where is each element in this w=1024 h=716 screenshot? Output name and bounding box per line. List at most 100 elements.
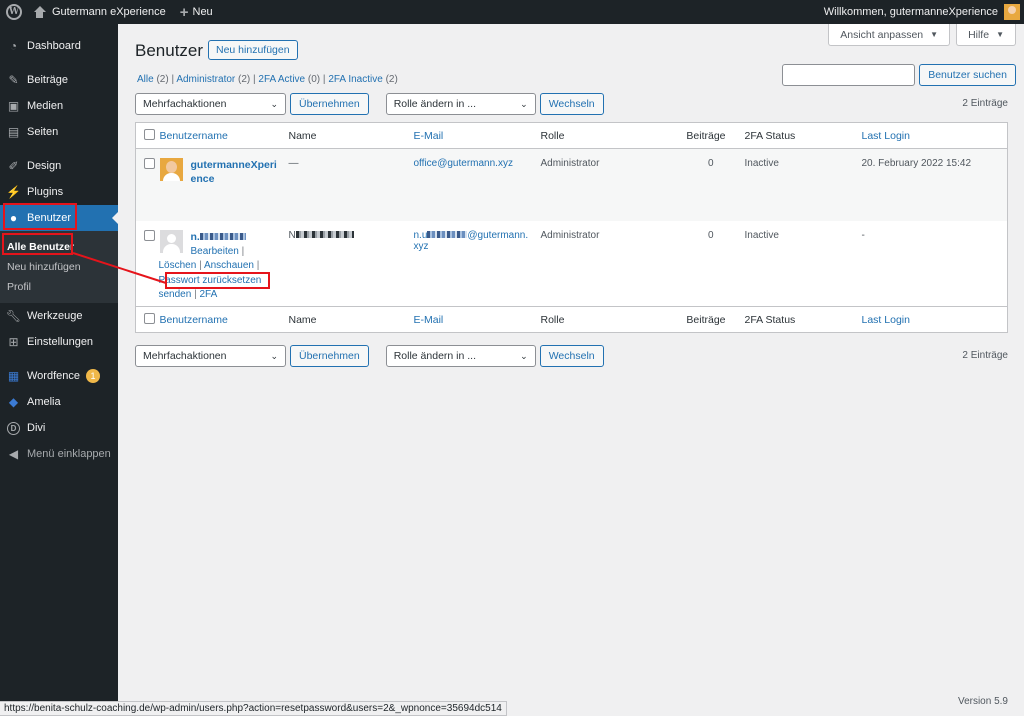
menu-label: Menü einklappen [27, 448, 111, 460]
change-role-button[interactable]: Wechseln [539, 345, 604, 367]
change-role-button[interactable]: Wechseln [539, 93, 604, 115]
menu-wordfence[interactable]: ▦ Wordfence 1 [0, 363, 118, 389]
menu-dashboard[interactable]: ◔ Dashboard [0, 33, 118, 59]
wordpress-logo-icon[interactable]: W [2, 0, 26, 24]
select-value: Mehrfachaktionen [143, 350, 227, 362]
user-search-input[interactable] [782, 64, 916, 86]
email-link[interactable]: n.u @gutermann. xyz [414, 230, 529, 252]
2fa-link[interactable]: 2FA [199, 289, 217, 300]
chevron-down-icon: ⌄ [520, 350, 528, 361]
column-2fa-status: 2FA Status [744, 313, 796, 326]
new-content-link[interactable]: + Neu [173, 0, 220, 24]
browser-status-bar: https://benita-schulz-coaching.de/wp-adm… [0, 701, 507, 716]
menu-label: Medien [27, 100, 64, 112]
search-users-button[interactable]: Benutzer suchen [919, 64, 1016, 86]
menu-label: Seiten [27, 126, 59, 138]
column-username[interactable]: Benutzername [160, 314, 228, 326]
help-button[interactable]: Hilfe ▼ [956, 24, 1016, 46]
admin-sidebar: ◔ Dashboard ✎ Beiträge ▣ Medien ▤ Seiten ✐ De… [0, 24, 118, 716]
menu-media[interactable]: ▣ Medien [0, 93, 118, 119]
filter-administrator[interactable]: Administrator (2) [176, 74, 250, 85]
select-value: Rolle ändern in ... [393, 350, 477, 362]
table-row: gutermanneXperi ence — office@gutermann.x… [135, 148, 1008, 221]
pages-icon: ▤ [7, 125, 20, 139]
posts-cell: 0 [707, 229, 714, 241]
row-checkbox[interactable] [144, 229, 155, 241]
separator: | [322, 74, 326, 85]
screen-options-label: Ansicht anpassen [840, 28, 924, 41]
chevron-down-icon: ⌄ [520, 98, 528, 109]
add-new-user-button[interactable]: Neu hinzufügen [208, 40, 298, 60]
table-header-row: Benutzername Name E-Mail Rolle Beiträge … [135, 123, 1008, 149]
menu-plugins[interactable]: ⚡ Plugins [0, 179, 118, 205]
apply-button[interactable]: Übernehmen [290, 93, 369, 115]
menu-amelia[interactable]: ◆ Amelia [0, 389, 118, 415]
filter-all[interactable]: Alle (2) [137, 74, 169, 85]
admin-bar: W Gutermann eXperience + Neu Willkommen,… [0, 0, 1024, 24]
avatar [159, 158, 183, 181]
chevron-down-icon: ⌄ [270, 98, 278, 109]
last-login-cell: 20. February 2022 15:42 [861, 158, 972, 169]
site-name: Gutermann eXperience [52, 6, 166, 18]
screen-options-button[interactable]: Ansicht anpassen ▼ [828, 24, 951, 46]
select-value: Mehrfachaktionen [143, 98, 227, 110]
bulk-actions-select[interactable]: Mehrfachaktionen ⌄ [135, 93, 286, 115]
apply-button[interactable]: Übernehmen [290, 345, 369, 367]
last-login-cell: - [861, 229, 865, 241]
brush-icon: ✐ [8, 159, 19, 173]
column-name: Name [288, 313, 317, 326]
users-table: Benutzername Name E-Mail Rolle Beiträge … [135, 122, 1008, 333]
column-name: Name [288, 129, 317, 142]
submenu-add-new[interactable]: Neu hinzufügen [0, 257, 118, 277]
filter-2fa-inactive[interactable]: 2FA Inactive (2) [328, 74, 398, 85]
caret-down-icon: ▼ [930, 30, 939, 39]
site-name-link[interactable]: Gutermann eXperience [26, 0, 173, 24]
menu-divi[interactable]: D Divi [0, 415, 118, 441]
user-avatar[interactable] [1004, 4, 1020, 20]
user-filter-links: Alle (2) | Administrator (2) | 2FA Activ… [137, 74, 398, 85]
main-content: Ansicht anpassen ▼ Hilfe ▼ Benutzer Neu hi… [118, 24, 1024, 716]
dashboard-icon: ◔ [9, 39, 18, 53]
menu-settings[interactable]: ⊞ Einstellungen [0, 329, 118, 355]
filter-2fa-active[interactable]: 2FA Active (0) [258, 74, 320, 85]
menu-collapse[interactable]: ◀ Menü einklappen [0, 441, 118, 467]
column-username[interactable]: Benutzername [160, 130, 228, 142]
column-posts: Beiträge [686, 313, 726, 326]
change-role-select[interactable]: Rolle ändern in ... ⌄ [385, 93, 536, 115]
redacted-username [199, 233, 246, 241]
bulk-actions-select[interactable]: Mehrfachaktionen ⌄ [135, 345, 286, 367]
menu-label: Divi [27, 422, 46, 434]
select-all-checkbox[interactable] [144, 128, 155, 140]
column-email[interactable]: E-Mail [414, 130, 444, 142]
change-role-select[interactable]: Rolle ändern in ... ⌄ [385, 345, 536, 367]
row-checkbox[interactable] [144, 158, 155, 169]
amelia-icon: ◆ [8, 395, 19, 409]
select-all-checkbox[interactable] [144, 312, 155, 324]
menu-label: Design [27, 160, 62, 172]
select-value: Rolle ändern in ... [393, 98, 477, 110]
menu-posts[interactable]: ✎ Beiträge [0, 67, 118, 93]
help-label: Hilfe [968, 28, 990, 41]
email-link[interactable]: office@gutermann.xyz [414, 158, 513, 169]
delete-link[interactable]: Löschen [159, 260, 197, 271]
view-link[interactable]: Anschauen [204, 260, 254, 271]
annotation-box-reset-password [165, 272, 270, 289]
wp-version: Version 5.9 [957, 696, 1008, 707]
menu-label: Einstellungen [27, 336, 94, 348]
send-link[interactable]: senden [159, 289, 192, 300]
2fa-status-cell: Inactive [744, 158, 779, 169]
column-posts: Beiträge [686, 129, 726, 142]
column-2fa-status: 2FA Status [744, 129, 796, 142]
menu-design[interactable]: ✐ Design [0, 153, 118, 179]
menu-pages[interactable]: ▤ Seiten [0, 119, 118, 145]
column-email[interactable]: E-Mail [414, 314, 444, 326]
submenu-profile[interactable]: Profil [0, 277, 118, 297]
pin-icon: ✎ [8, 73, 19, 87]
wrench-icon: 🔧︎ [5, 309, 22, 323]
greeting[interactable]: Willkommen, gutermanneXperience [824, 6, 998, 18]
menu-tools[interactable]: 🔧︎ Werkzeuge [0, 303, 118, 329]
edit-link[interactable]: Bearbeiten [191, 246, 239, 257]
column-last-login[interactable]: Last Login [862, 314, 910, 326]
column-last-login[interactable]: Last Login [862, 130, 910, 142]
tablenav-bottom: Mehrfachaktionen ⌄ Übernehmen Rolle änder… [135, 345, 604, 367]
